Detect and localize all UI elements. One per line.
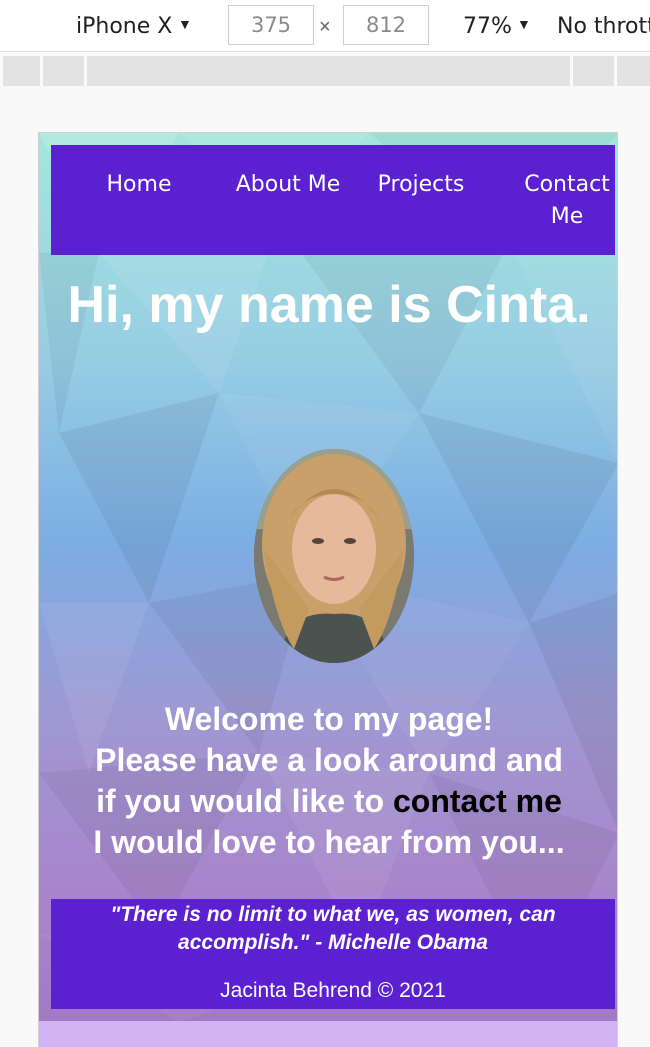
devtools-toolbar: iPhone X ▼ 375 × 812 77% ▼ No thrott	[0, 0, 650, 52]
throttle-select[interactable]: No thrott	[557, 14, 650, 39]
device-select[interactable]: iPhone X	[76, 14, 172, 39]
contact-me-link[interactable]: contact me	[393, 783, 562, 819]
welcome-line-3-text: if you would like to	[96, 783, 393, 819]
welcome-message: Welcome to my page! Please have a look a…	[39, 699, 617, 863]
height-input[interactable]: 812	[343, 5, 429, 45]
hero-title: Hi, my name is Cinta.	[67, 276, 591, 334]
copyright-text: Jacinta Behrend © 2021	[220, 979, 446, 1002]
width-input[interactable]: 375	[228, 5, 314, 45]
device-caret-icon[interactable]: ▼	[178, 16, 192, 32]
nav-about-me[interactable]: About Me	[213, 169, 363, 201]
times-icon: ×	[319, 16, 331, 38]
nav-contact-me[interactable]: Contact Me	[517, 169, 617, 233]
welcome-line-4: I would love to hear from you...	[93, 824, 565, 860]
device-viewport: Home About Me Projects Contact Me Hi, my…	[38, 132, 618, 1047]
welcome-line-2: Please have a look around and	[95, 742, 563, 778]
nav-home[interactable]: Home	[79, 169, 199, 201]
site-nav: Home About Me Projects Contact Me	[51, 145, 615, 255]
zoom-select[interactable]: 77%	[463, 14, 512, 39]
media-query-bar[interactable]	[0, 56, 650, 86]
page-bottom-strip	[39, 1021, 617, 1047]
footer: "There is no limit to what we, as women,…	[51, 899, 615, 1009]
profile-photo	[254, 449, 414, 663]
quote-text: "There is no limit to what we, as women,…	[110, 903, 556, 954]
zoom-caret-icon[interactable]: ▼	[517, 16, 531, 32]
welcome-line-1: Welcome to my page!	[164, 701, 494, 737]
welcome-line-3: if you would like to contact me	[39, 781, 617, 822]
nav-projects[interactable]: Projects	[365, 169, 477, 201]
